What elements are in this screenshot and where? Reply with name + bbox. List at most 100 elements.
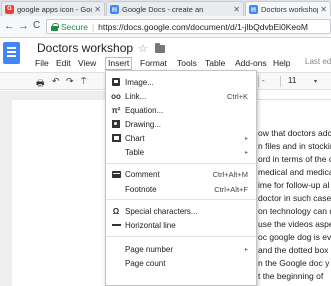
ruler[interactable] xyxy=(258,91,331,100)
link-icon: oo xyxy=(111,91,121,101)
menu-item-image[interactable]: Image... xyxy=(106,76,256,88)
document-line: doctor in such case xyxy=(258,193,331,203)
google-search-favicon-icon: G xyxy=(5,4,14,14)
toolbar-divider xyxy=(280,76,281,87)
font-size-field[interactable]: 11 xyxy=(288,76,296,85)
horizontal-line-icon xyxy=(111,220,121,230)
menu-view[interactable]: View xyxy=(78,57,96,70)
document-line: ord in terms of the c xyxy=(258,154,331,164)
font-dropdown[interactable]: - xyxy=(262,76,265,85)
document-line: n files and in stockin xyxy=(258,141,331,151)
document-line: and the dotted box xyxy=(258,245,329,255)
document-line: on technology can d xyxy=(258,206,331,216)
menu-item-shortcut: Ctrl+K xyxy=(226,91,248,101)
tab-title: Google Docs - create an xyxy=(122,4,204,14)
browser-tab-google-apps-icon[interactable]: G google apps icon - Goo ✕ xyxy=(1,1,105,16)
submenu-arrow-icon: ▸ xyxy=(244,135,248,142)
close-tab-icon[interactable]: ✕ xyxy=(320,5,327,14)
menu-item-label: Link... xyxy=(125,91,147,101)
menu-item-footnote[interactable]: Footnote Ctrl+Alt+F xyxy=(106,183,256,195)
document-line: n the Google doc y xyxy=(258,258,330,268)
print-icon[interactable]: 🖶 xyxy=(36,76,45,92)
menu-item-page-number[interactable]: Page number ▸ xyxy=(106,243,256,255)
menu-item-label: Table xyxy=(125,147,145,157)
drawing-icon xyxy=(111,119,121,129)
menu-insert[interactable]: Insert xyxy=(105,57,133,70)
menu-divider xyxy=(106,236,256,237)
menu-item-label: Footnote xyxy=(125,184,157,194)
secure-label: Secure xyxy=(61,21,88,32)
menu-divider xyxy=(106,199,256,200)
menu-item-shortcut: Ctrl+Alt+M xyxy=(212,169,248,179)
omega-icon: Ω xyxy=(112,206,120,216)
menu-divider xyxy=(106,163,256,164)
url-text: https://docs.google.com/document/d/1-jlb… xyxy=(98,21,308,32)
tab-title: google apps icon - Goo xyxy=(17,4,93,14)
menu-add-ons[interactable]: Add-ons xyxy=(235,57,267,70)
menu-item-shortcut: Ctrl+Alt+F xyxy=(214,184,248,194)
menu-item-label: Page number xyxy=(125,244,174,254)
browser-tab-strip: G google apps icon - Goo ✕ ▤ Google Docs… xyxy=(0,0,331,16)
docs-home-icon[interactable] xyxy=(3,42,20,64)
menu-item-label: Comment xyxy=(125,169,160,179)
equation-icon: π² xyxy=(111,105,121,115)
menu-item-chart[interactable]: Chart ▸ xyxy=(106,132,256,144)
document-line: medical and medica xyxy=(258,167,331,177)
menu-item-label: Drawing... xyxy=(125,119,162,129)
toolbar-divider xyxy=(258,76,259,87)
menu-help[interactable]: Help xyxy=(273,57,290,70)
insert-menu-dropdown: Image... oo Link... Ctrl+K π² Equation..… xyxy=(105,70,257,286)
menu-tools[interactable]: Tools xyxy=(177,57,197,70)
browser-address-bar: ← → C Secure | https://docs.google.com/d… xyxy=(0,16,331,38)
last-edit-label[interactable]: Last ed xyxy=(305,57,331,66)
menu-item-label: Page count xyxy=(125,258,166,268)
menu-item-special-characters[interactable]: Ω Special characters... xyxy=(106,205,256,217)
menu-item-drawing[interactable]: Drawing... xyxy=(106,118,256,130)
menu-item-equation[interactable]: π² Equation... xyxy=(106,104,256,116)
folder-icon[interactable] xyxy=(155,43,165,53)
menu-item-table[interactable]: Table ▸ xyxy=(106,146,256,158)
url-input[interactable]: Secure | https://docs.google.com/documen… xyxy=(46,19,331,34)
document-line: ime for follow-up al xyxy=(258,180,330,190)
submenu-arrow-icon: ▸ xyxy=(244,149,248,156)
menu-format[interactable]: Format xyxy=(140,57,167,70)
star-icon[interactable]: ☆ xyxy=(138,42,148,55)
docs-favicon-icon: ▤ xyxy=(249,4,258,14)
redo-icon[interactable]: ↷ xyxy=(66,76,74,87)
menu-item-label: Special characters... xyxy=(125,206,198,216)
menu-item-label: Image... xyxy=(125,77,154,87)
submenu-arrow-icon: ▸ xyxy=(244,246,248,253)
image-icon xyxy=(111,77,121,87)
document-title[interactable]: Doctors workshop xyxy=(37,41,133,55)
close-tab-icon[interactable]: ✕ xyxy=(233,5,240,14)
document-line: t the beginning of xyxy=(258,271,324,281)
chevron-down-icon[interactable]: ▾ xyxy=(314,78,317,85)
menu-edit[interactable]: Edit xyxy=(56,57,71,70)
menu-item-label: Equation... xyxy=(125,105,164,115)
browser-tab-google-docs-create[interactable]: ▤ Google Docs - create an ✕ xyxy=(106,1,244,16)
browser-tab-doctors-workshop[interactable]: ▤ Doctors workshop - ✕ xyxy=(245,1,331,16)
reload-icon[interactable]: C xyxy=(33,20,40,31)
chart-icon xyxy=(111,133,121,143)
menu-item-label: Horizontal line xyxy=(125,220,176,230)
back-arrow-icon[interactable]: ← xyxy=(4,20,15,32)
forward-arrow-icon[interactable]: → xyxy=(18,20,29,32)
document-line: oc google dog is eve xyxy=(258,232,331,242)
menu-item-link[interactable]: oo Link... Ctrl+K xyxy=(106,90,256,102)
close-tab-icon[interactable]: ✕ xyxy=(94,5,101,14)
url-separator: | xyxy=(91,21,95,32)
tab-title: Doctors workshop - xyxy=(261,4,319,14)
paint-format-icon[interactable]: ⍑ xyxy=(81,76,86,87)
menu-file[interactable]: File xyxy=(35,57,49,70)
undo-icon[interactable]: ↶ xyxy=(52,76,60,87)
menu-table[interactable]: Table xyxy=(205,57,225,70)
menu-item-label: Chart xyxy=(125,133,145,143)
menu-item-page-count[interactable]: Page count xyxy=(106,257,256,269)
document-line: use the videos aspe xyxy=(258,219,331,229)
lock-icon xyxy=(51,22,59,31)
menu-item-comment[interactable]: Comment Ctrl+Alt+M xyxy=(106,168,256,180)
docs-favicon-icon: ▤ xyxy=(110,4,119,14)
menu-item-horizontal-line[interactable]: Horizontal line xyxy=(106,219,256,231)
document-line: ow that doctors adc xyxy=(258,128,331,138)
comment-icon xyxy=(111,169,121,179)
